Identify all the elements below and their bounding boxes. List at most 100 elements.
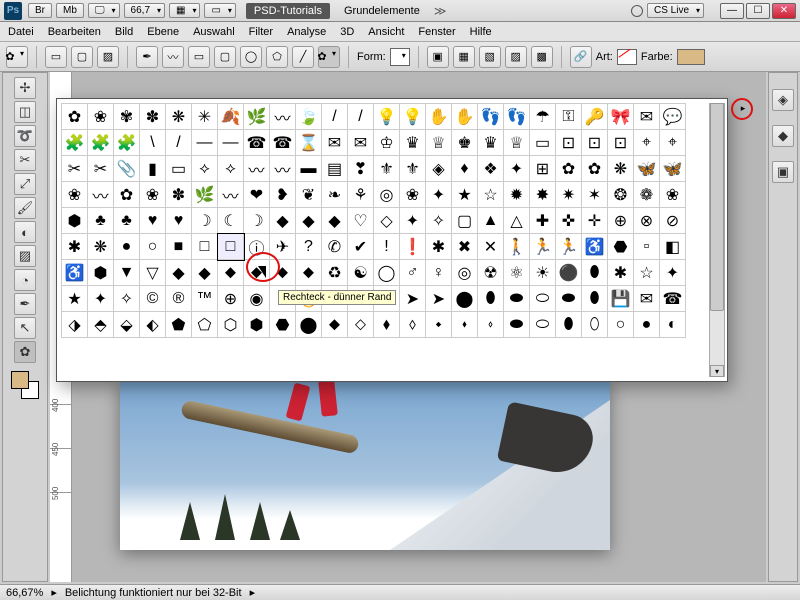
shape-cell[interactable]: ⌖ xyxy=(634,130,660,156)
shape-cell[interactable]: ✦ xyxy=(426,182,452,208)
shape-cell[interactable]: — xyxy=(218,130,244,156)
shape-cell[interactable]: ⊘ xyxy=(660,208,686,234)
shape-cell[interactable]: ▢ xyxy=(452,208,478,234)
shape-cell[interactable]: □ xyxy=(192,234,218,260)
shape-cell[interactable]: ✿ xyxy=(556,156,582,182)
shape-cell[interactable]: ◆ xyxy=(296,208,322,234)
shape-cell[interactable]: 🌿 xyxy=(192,182,218,208)
shape-cell[interactable]: ○ xyxy=(608,312,634,338)
zoom-level-dropdown[interactable]: 66,7 xyxy=(124,3,165,18)
pen-tool[interactable]: ✒ xyxy=(14,293,36,315)
window-close-button[interactable]: ✕ xyxy=(772,3,796,19)
shape-cell[interactable]: ☎ xyxy=(244,130,270,156)
shape-cell[interactable]: ❁ xyxy=(634,182,660,208)
shape-cell[interactable]: ♡ xyxy=(348,208,374,234)
shape-cell[interactable]: 🧩 xyxy=(114,130,140,156)
bridge-button[interactable]: Br xyxy=(28,3,52,18)
polygon-shape-icon[interactable]: ⬠ xyxy=(266,46,288,68)
shape-cell[interactable]: ▽ xyxy=(140,260,166,286)
view-extras-button[interactable]: ▭ xyxy=(204,3,235,18)
menu-bearbeiten[interactable]: Bearbeiten xyxy=(48,26,101,38)
workspace-tab-psd-tutorials[interactable]: PSD-Tutorials xyxy=(246,3,330,19)
shape-cell[interactable]: ⬤ xyxy=(296,312,322,338)
shape-cell[interactable]: ® xyxy=(166,286,192,312)
shape-cell[interactable]: ◆ xyxy=(166,260,192,286)
shape-cell[interactable]: 〰 xyxy=(244,156,270,182)
stamp-tool[interactable]: ◐ xyxy=(14,221,36,243)
shape-cell[interactable]: ❖ xyxy=(478,156,504,182)
shape-cell[interactable]: ● xyxy=(114,234,140,260)
shape-cell[interactable]: ⬡ xyxy=(218,312,244,338)
shape-cell[interactable]: ⬮ xyxy=(556,312,582,338)
shape-cell[interactable]: ⬘ xyxy=(88,312,114,338)
shape-cell[interactable]: ✽ xyxy=(140,104,166,130)
menu-ansicht[interactable]: Ansicht xyxy=(368,26,404,38)
shape-cell[interactable]: ✹ xyxy=(504,182,530,208)
scrollbar-thumb[interactable] xyxy=(710,103,724,311)
brush-tool[interactable]: 🖌 xyxy=(14,197,36,219)
path-select-tool[interactable]: ↖ xyxy=(14,317,36,339)
shape-cell[interactable]: ◈ xyxy=(426,156,452,182)
shape-cell[interactable]: ™ xyxy=(192,286,218,312)
shape-cell[interactable]: ★ xyxy=(452,182,478,208)
shape-cell[interactable]: ⊞ xyxy=(530,156,556,182)
shape-cell[interactable]: ☽ xyxy=(244,208,270,234)
shape-cell[interactable]: 🧩 xyxy=(88,130,114,156)
shape-cell[interactable]: 🌿 xyxy=(244,104,270,130)
shape-cell[interactable]: ⬮ xyxy=(478,286,504,312)
shape-cell[interactable]: ⬭ xyxy=(530,312,556,338)
shape-cell[interactable]: ✾ xyxy=(114,104,140,130)
shape-cell[interactable]: 👣 xyxy=(504,104,530,130)
shape-cell[interactable]: ◇ xyxy=(374,208,400,234)
document-image[interactable] xyxy=(120,380,610,550)
shape-cell[interactable]: ⬭ xyxy=(530,286,556,312)
shape-cell[interactable]: ✦ xyxy=(400,208,426,234)
color-swatches[interactable] xyxy=(11,371,39,399)
shape-cell[interactable]: ◎ xyxy=(452,260,478,286)
channels-panel-icon[interactable]: ◆ xyxy=(772,125,794,147)
shape-cell[interactable]: ✧ xyxy=(114,286,140,312)
shape-cell[interactable]: ❀ xyxy=(88,104,114,130)
shape-cell[interactable]: ⬢ xyxy=(62,208,88,234)
menu-datei[interactable]: Datei xyxy=(8,26,34,38)
shape-cell[interactable]: ◉ xyxy=(244,286,270,312)
shape-cell[interactable]: 🏃 xyxy=(530,234,556,260)
shape-cell[interactable]: ◆ xyxy=(270,208,296,234)
shape-cell[interactable]: ❤ xyxy=(244,182,270,208)
shape-cell[interactable]: 💡 xyxy=(374,104,400,130)
shape-cell[interactable]: 💾 xyxy=(608,286,634,312)
shape-cell[interactable]: ⬖ xyxy=(140,312,166,338)
cs-live-dropdown[interactable]: CS Live xyxy=(647,3,704,18)
menu-ebene[interactable]: Ebene xyxy=(147,26,179,38)
window-maximize-button[interactable]: ☐ xyxy=(746,3,770,19)
shape-cell[interactable]: ✂ xyxy=(88,156,114,182)
shape-cell[interactable]: ❥ xyxy=(270,182,296,208)
shape-cell[interactable]: ⬮ xyxy=(582,260,608,286)
shape-cell[interactable]: ☢ xyxy=(478,260,504,286)
fillpixels-mode-button[interactable]: ▨ xyxy=(97,46,119,68)
combine-add-button[interactable]: ▦ xyxy=(453,46,475,68)
shape-cell[interactable]: ✶ xyxy=(582,182,608,208)
shape-cell[interactable]: ✸ xyxy=(530,182,556,208)
shape-cell[interactable]: □ xyxy=(218,234,244,260)
shape-cell[interactable]: ❗ xyxy=(400,234,426,260)
eyedropper-tool[interactable]: ⤢ xyxy=(14,173,36,195)
shape-cell[interactable]: ♂ xyxy=(400,260,426,286)
shape-cell[interactable]: ⬥ xyxy=(296,260,322,286)
shape-cell[interactable]: 〰 xyxy=(270,104,296,130)
menu-bild[interactable]: Bild xyxy=(115,26,133,38)
shape-cell[interactable]: ❂ xyxy=(608,182,634,208)
shape-cell[interactable]: ✧ xyxy=(426,208,452,234)
shape-cell[interactable]: ✦ xyxy=(504,156,530,182)
paths-panel-icon[interactable]: ▣ xyxy=(772,161,794,183)
workspace-more-icon[interactable]: ≫ xyxy=(434,4,447,18)
dodge-tool[interactable]: ◔ xyxy=(14,269,36,291)
shape-cell[interactable]: ☯ xyxy=(348,260,374,286)
shape-cell[interactable]: ⬩ xyxy=(426,312,452,338)
shape-cell[interactable]: ⊡ xyxy=(608,130,634,156)
shape-cell[interactable]: ✽ xyxy=(166,182,192,208)
shape-cell[interactable]: 〰 xyxy=(218,182,244,208)
shape-cell[interactable]: ✚ xyxy=(530,208,556,234)
shape-cell[interactable]: ✜ xyxy=(556,208,582,234)
shape-cell[interactable]: ♥ xyxy=(140,208,166,234)
